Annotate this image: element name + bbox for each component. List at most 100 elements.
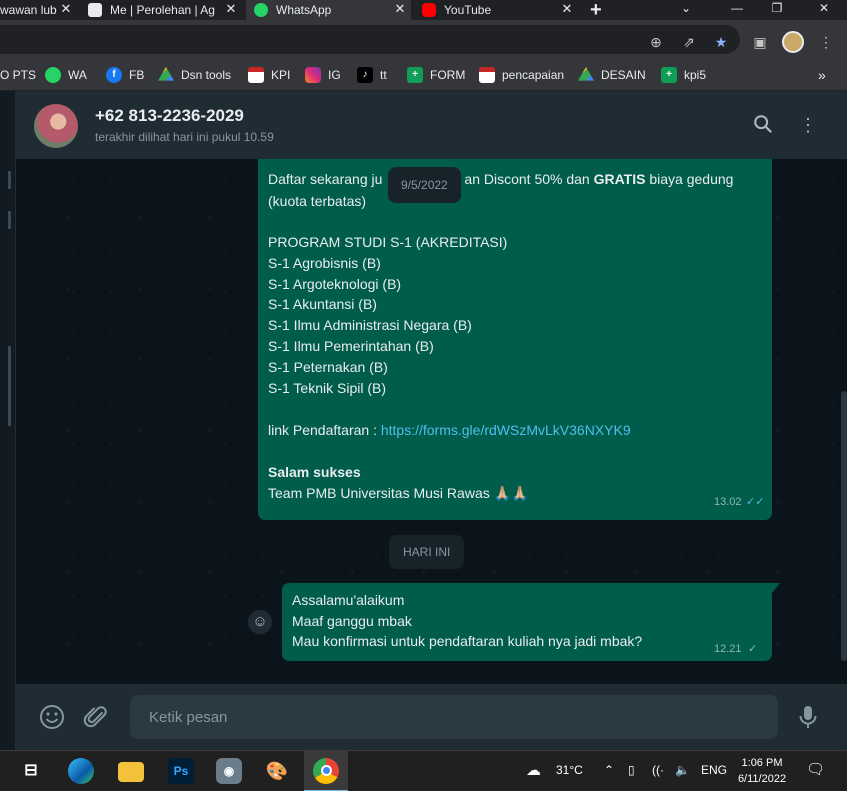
tab-wawan[interactable]: wawan lub ✕: [0, 0, 77, 20]
bookmark-form[interactable]: + FORM: [407, 66, 465, 84]
search-icon[interactable]: [751, 113, 775, 137]
language-indicator[interactable]: ENG: [701, 763, 727, 777]
instagram-icon: [305, 67, 321, 83]
conversation-scrollbar[interactable]: [841, 391, 847, 661]
bookmark-desain[interactable]: DESAIN: [578, 66, 646, 84]
chevron-down-icon[interactable]: ⌄: [676, 0, 696, 20]
program-item: S-1 Ilmu Pemerintahan (B): [268, 338, 434, 354]
bookmark-wa[interactable]: WA: [45, 66, 87, 84]
bookmarks-overflow-button[interactable]: »: [818, 66, 826, 84]
edge-icon[interactable]: [68, 758, 94, 784]
sidepanel-icon[interactable]: ▣: [751, 33, 769, 51]
bookmark-label: pencapaian: [502, 68, 565, 82]
bookmark-label: IG: [328, 68, 341, 82]
message-input[interactable]: [130, 695, 778, 739]
weather-icon[interactable]: ☁: [526, 761, 541, 779]
whatsapp-icon: [254, 3, 268, 17]
bookmark-label: tt: [380, 68, 387, 82]
chat-header[interactable]: +62 813-2236-2029 terakhir dilihat hari …: [16, 91, 847, 159]
single-tick-icon: ✓: [748, 643, 758, 655]
bookmark-ig[interactable]: IG: [305, 66, 341, 84]
tab-title: wawan lub: [0, 3, 57, 17]
zoom-icon[interactable]: ⊕: [647, 33, 665, 51]
message-bubble-outgoing[interactable]: Assalamu'alaikum Maaf ganggu mbak Mau ko…: [282, 583, 780, 661]
close-icon[interactable]: ✕: [59, 2, 73, 16]
kpi-icon: [248, 67, 264, 83]
new-tab-button[interactable]: +: [590, 0, 602, 22]
browser-tab-strip: wawan lub ✕ Me | Perolehan | Ag ✕ WhatsA…: [0, 0, 847, 22]
volume-icon[interactable]: 🔈: [675, 763, 690, 777]
tab-title: YouTube: [444, 3, 492, 17]
close-icon[interactable]: ✕: [393, 2, 407, 16]
tab-youtube[interactable]: YouTube ✕: [414, 0, 578, 20]
share-icon[interactable]: ⇗: [680, 33, 698, 51]
device-icon[interactable]: ▯: [628, 763, 635, 777]
message-text-line: (kuota terbatas): [268, 193, 367, 209]
bookmark-label: Dsn tools: [181, 68, 232, 82]
profile-avatar[interactable]: [782, 31, 804, 53]
paint-icon[interactable]: 🎨: [264, 758, 290, 784]
camera-icon[interactable]: ◉: [216, 758, 242, 784]
file-explorer-icon[interactable]: [118, 762, 144, 782]
system-clock[interactable]: 1:06 PM 6/11/2022: [733, 755, 791, 787]
menu-icon[interactable]: ⋮: [796, 113, 820, 137]
tab-perolehan[interactable]: Me | Perolehan | Ag ✕: [80, 0, 242, 20]
tab-whatsapp[interactable]: WhatsApp ✕: [246, 0, 411, 20]
conversation-panel[interactable]: Daftar sekarang ju an Discont 50% dan GRA…: [16, 159, 847, 684]
sheets-icon: +: [407, 67, 423, 83]
program-item: S-1 Akuntansi (B): [268, 296, 377, 312]
today-separator: HARI INI: [389, 535, 465, 569]
bookmark-tt[interactable]: ♪ tt: [357, 66, 387, 84]
tab-title: WhatsApp: [276, 3, 332, 17]
close-icon[interactable]: ✕: [560, 2, 574, 16]
panel-scroll-mark: [8, 211, 11, 229]
closing-bold: Salam sukses: [268, 464, 361, 480]
attach-icon: [83, 706, 107, 728]
tiktok-icon: ♪: [357, 67, 373, 83]
kebab-menu-icon[interactable]: ⋮: [817, 33, 835, 51]
weather-temp[interactable]: 31°C: [556, 763, 583, 777]
bookmark-label: O PTS: [0, 68, 37, 82]
emoji-icon[interactable]: [39, 704, 65, 730]
chrome-icon[interactable]: [313, 758, 339, 784]
contact-name[interactable]: +62 813-2236-2029: [95, 106, 244, 126]
close-icon[interactable]: ✕: [224, 2, 238, 16]
bookmark-pts[interactable]: O PTS: [0, 66, 36, 84]
attach-icon[interactable]: [83, 704, 109, 730]
task-view-icon[interactable]: ⊟: [18, 758, 44, 784]
star-icon[interactable]: ★: [712, 33, 730, 51]
bookmark-dsn-tools[interactable]: Dsn tools: [158, 66, 231, 84]
bookmark-fb[interactable]: f FB: [106, 66, 144, 84]
avatar[interactable]: [34, 104, 78, 148]
bookmark-kpi[interactable]: KPI: [248, 66, 290, 84]
notification-icon[interactable]: 🗨: [806, 760, 825, 778]
registration-link[interactable]: https://forms.gle/rdWSzMvLkV36NXYK9: [381, 422, 631, 438]
message-text-line: Daftar sekarang ju an Discont 50% dan GRA…: [268, 171, 734, 187]
bookmark-kpi5[interactable]: + kpi5: [661, 66, 706, 84]
message-text-line: Maaf ganggu mbak: [292, 613, 412, 629]
drive-icon: [578, 67, 594, 81]
search-icon: [754, 115, 773, 134]
message-time: 13.02: [714, 496, 742, 508]
contact-last-seen: terakhir dilihat hari ini pukul 10.59: [95, 130, 274, 144]
wifi-icon[interactable]: ((·: [652, 763, 664, 777]
restore-icon[interactable]: ❐: [767, 0, 787, 20]
minimize-icon[interactable]: —: [727, 0, 747, 20]
message-text-line: Assalamu'alaikum: [292, 592, 405, 608]
emoji-reaction-icon[interactable]: ☺: [248, 610, 272, 634]
bookmark-label: kpi5: [684, 68, 707, 82]
program-item: S-1 Teknik Sipil (B): [268, 380, 387, 396]
panel-scrollbar[interactable]: [8, 346, 11, 426]
bookmark-label: DESAIN: [601, 68, 646, 82]
window-close-icon[interactable]: ✕: [814, 0, 834, 20]
mic-icon[interactable]: [795, 704, 821, 730]
address-bar[interactable]: [0, 25, 740, 54]
bookmark-pencapaian[interactable]: pencapaian: [479, 66, 564, 84]
program-item: S-1 Agrobisnis (B): [268, 255, 381, 271]
closing-line: Team PMB Universitas Musi Rawas 🙏🏼🙏🏼: [268, 485, 529, 501]
chevron-up-icon[interactable]: ⌃: [604, 763, 614, 777]
bookmarks-bar: O PTS WA f FB Dsn tools KPI IG ♪ tt + FORM …: [0, 60, 847, 91]
double-tick-icon: ✓✓: [746, 496, 765, 508]
photoshop-icon[interactable]: Ps: [168, 758, 194, 784]
message-bubble-outgoing[interactable]: Daftar sekarang ju an Discont 50% dan GRA…: [258, 159, 772, 520]
